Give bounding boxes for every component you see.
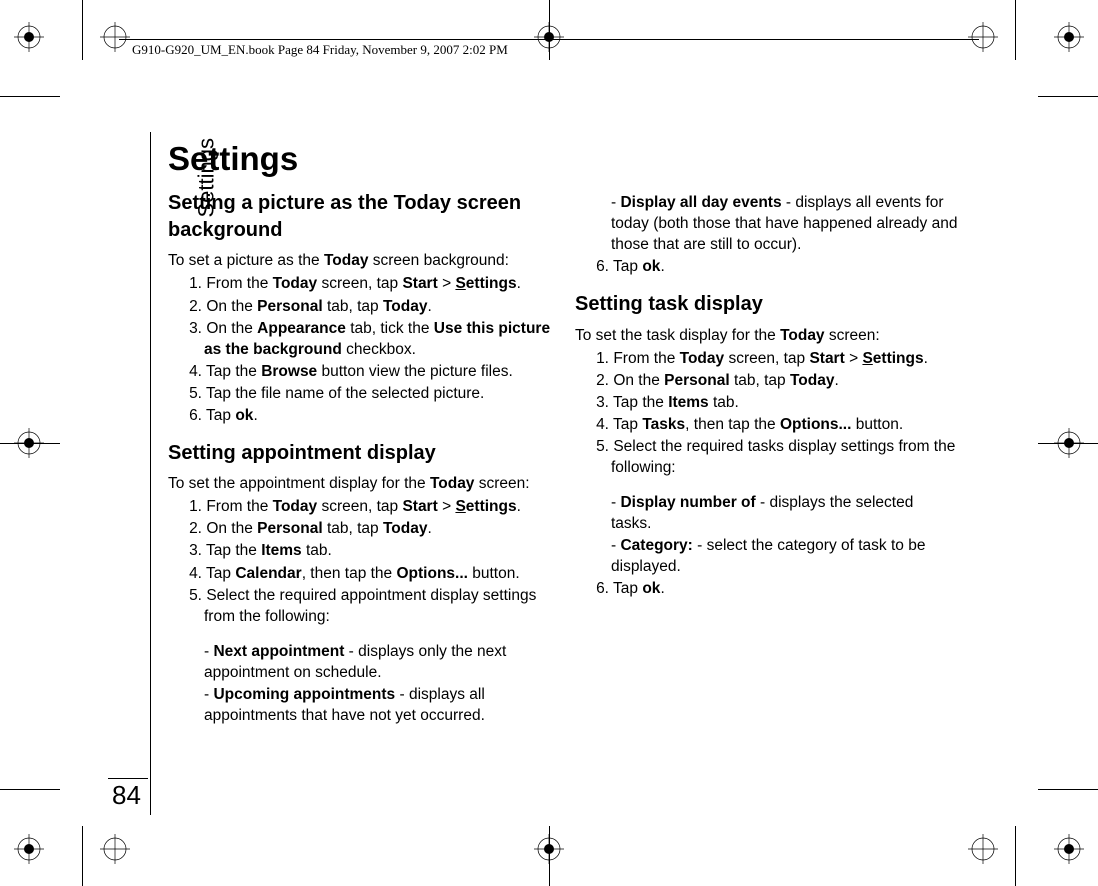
crop-mark-icon: [14, 22, 44, 52]
step: 3. Tap the Items tab.: [174, 540, 551, 561]
step: 6. Tap ok.: [581, 578, 958, 599]
crop-register-icon: [968, 834, 998, 864]
header-text: G910-G920_UM_EN.book Page 84 Friday, Nov…: [132, 42, 508, 58]
step: 1. From the Today screen, tap Start > Se…: [581, 348, 958, 369]
section-appointment-display: Setting appointment display To set the a…: [168, 440, 551, 726]
step: 2. On the Personal tab, tap Today.: [174, 518, 551, 539]
step: 5. Select the required tasks display set…: [581, 436, 958, 478]
crop-register-icon: [100, 834, 130, 864]
subheading: Setting task display: [575, 291, 958, 318]
vertical-rule: [150, 132, 151, 815]
crop-register-icon: [968, 22, 998, 52]
crop-tick: [1015, 826, 1016, 886]
step: 5. Select the required appointment displ…: [174, 585, 551, 627]
crop-tick: [0, 789, 60, 790]
content-columns: Setting a picture as the Today screen ba…: [168, 190, 958, 738]
crop-mark-icon: [1054, 834, 1084, 864]
steps-list: 1. From the Today screen, tap Start > Se…: [168, 273, 551, 426]
step: 2. On the Personal tab, tap Today.: [174, 296, 551, 317]
steps-list: 1. From the Today screen, tap Start > Se…: [168, 496, 551, 626]
step: 3. Tap the Items tab.: [581, 392, 958, 413]
crop-tick: [82, 826, 83, 886]
crop-tick: [82, 0, 83, 60]
step: 2. On the Personal tab, tap Today.: [581, 370, 958, 391]
page-title: Settings: [168, 140, 298, 178]
option: - Display all day events - displays all …: [581, 192, 958, 255]
crop-tick: [1038, 789, 1098, 790]
steps-list: 6. Tap ok.: [575, 578, 958, 599]
crop-tick: [549, 826, 550, 886]
crop-register-icon: [100, 22, 130, 52]
steps-list: 1. From the Today screen, tap Start > Se…: [575, 348, 958, 478]
step: 6. Tap ok.: [174, 405, 551, 426]
option: - Upcoming appointments - displays all a…: [174, 684, 551, 726]
intro-text: To set a picture as the Today screen bac…: [168, 250, 551, 271]
page-number-rule: [108, 778, 148, 779]
option: - Category: - select the category of tas…: [581, 535, 958, 577]
step: 6. Tap ok.: [581, 256, 958, 277]
column-left: Setting a picture as the Today screen ba…: [168, 190, 551, 738]
steps-list: 6. Tap ok.: [575, 256, 958, 277]
step: 1. From the Today screen, tap Start > Se…: [174, 496, 551, 517]
page-number: 84: [112, 780, 141, 811]
section-task-display: Setting task display To set the task dis…: [575, 291, 958, 599]
subheading: Setting appointment display: [168, 440, 551, 467]
subheading: Setting a picture as the Today screen ba…: [168, 190, 551, 244]
step: 1. From the Today screen, tap Start > Se…: [174, 273, 551, 294]
step: 4. Tap Tasks, then tap the Options... bu…: [581, 414, 958, 435]
crop-tick: [1038, 443, 1098, 444]
crop-tick: [549, 0, 550, 60]
intro-text: To set the task display for the Today sc…: [575, 325, 958, 346]
crop-mark-icon: [14, 834, 44, 864]
crop-tick: [1015, 0, 1016, 60]
crop-mark-icon: [1054, 22, 1084, 52]
crop-tick: [0, 443, 60, 444]
header-rule: [119, 39, 979, 40]
step: 4. Tap Calendar, then tap the Options...…: [174, 563, 551, 584]
crop-tick: [1038, 96, 1098, 97]
option: - Next appointment - displays only the n…: [174, 641, 551, 683]
step: 4. Tap the Browse button view the pictur…: [174, 361, 551, 382]
crop-tick: [0, 96, 60, 97]
section-today-background: Setting a picture as the Today screen ba…: [168, 190, 551, 426]
step: 5. Tap the file name of the selected pic…: [174, 383, 551, 404]
step: 3. On the Appearance tab, tick the Use t…: [174, 318, 551, 360]
column-right: - Display all day events - displays all …: [575, 190, 958, 738]
option: - Display number of - displays the selec…: [581, 492, 958, 534]
intro-text: To set the appointment display for the T…: [168, 473, 551, 494]
